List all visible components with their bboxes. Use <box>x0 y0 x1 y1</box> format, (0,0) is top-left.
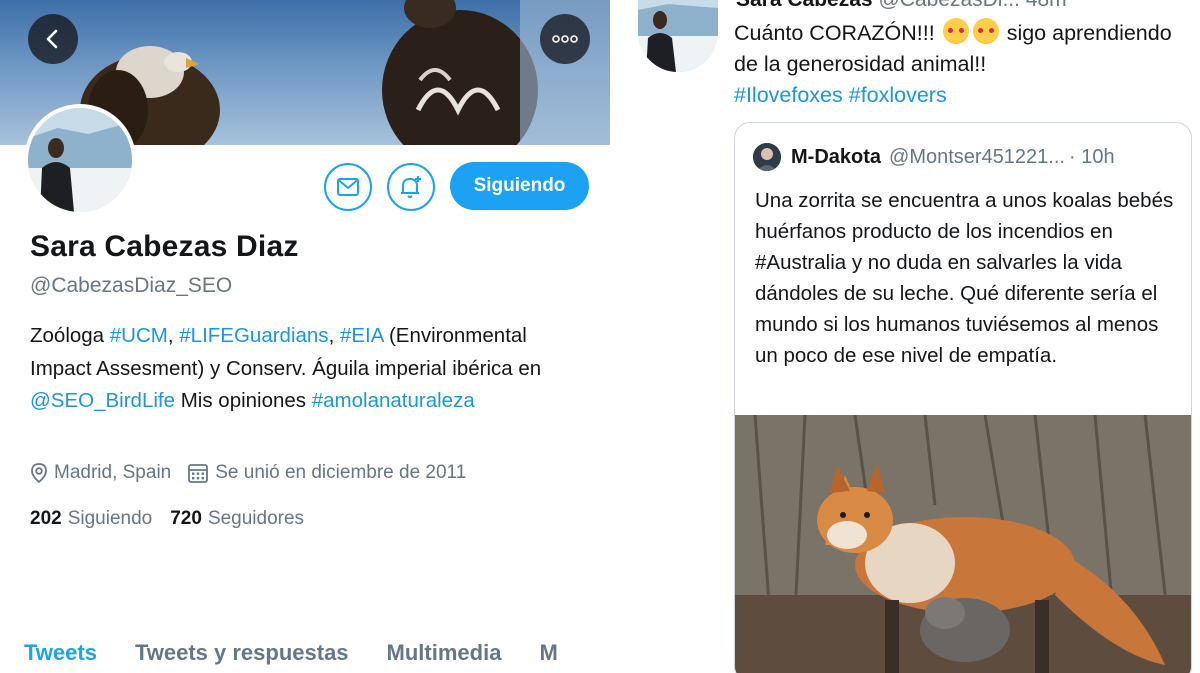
quoted-author-avatar[interactable] <box>753 143 781 171</box>
following-count-link[interactable]: 202 Siguiendo <box>30 508 152 530</box>
profile-meta: Madrid, Spain Se unió en diciembre de 20… <box>30 462 482 484</box>
fox-photo <box>735 415 1191 673</box>
hashtag-link[interactable]: #EIA <box>340 324 383 347</box>
tweet-hashtags[interactable]: #Ilovefoxes #foxlovers <box>734 83 947 107</box>
hashtag-link[interactable]: #LIFEGuardians <box>179 324 328 347</box>
quoted-tweet-header: M-Dakota @Montser451221... · 10h <box>753 143 1115 171</box>
more-options-button[interactable] <box>540 14 590 64</box>
tweet-author-avatar[interactable] <box>638 0 718 72</box>
avatar-photo <box>753 143 781 171</box>
tweet-header: Sara Cabezas @CabezasDi... 48m <box>736 0 1067 12</box>
avatar-photo <box>638 0 718 72</box>
envelope-icon <box>337 178 359 196</box>
more-icon <box>552 35 578 43</box>
bio-text: , <box>328 324 340 347</box>
quoted-tweet-time[interactable]: · 10h <box>1069 146 1115 169</box>
joined-text: Se unió en diciembre de 2011 <box>215 462 467 483</box>
tab-tweets[interactable]: Tweets <box>24 640 97 666</box>
profile-panel: Siguiendo Sara Cabezas Diaz @CabezasDiaz… <box>0 0 610 673</box>
followers-count-link[interactable]: 720 Seguidores <box>170 508 304 530</box>
bio-text: , <box>167 324 180 347</box>
following-count: 202 <box>30 508 62 529</box>
profile-location: Madrid, Spain <box>30 462 171 484</box>
smiling-face-with-hearts-icon <box>942 18 969 44</box>
back-arrow-icon <box>46 29 58 49</box>
hashtag-link[interactable]: #UCM <box>110 324 168 347</box>
profile-bio: Zoóloga #UCM, #LIFEGuardians, #EIA (Envi… <box>30 320 590 418</box>
profile-tabs: Tweets Tweets y respuestas Multimedia M <box>24 640 596 666</box>
profile-display-name: Sara Cabezas Diaz <box>30 230 299 263</box>
mention-link[interactable]: @SEO_BirdLife <box>30 389 175 412</box>
avatar-photo <box>28 108 132 212</box>
profile-joined: Se unió en diciembre de 2011 <box>187 462 466 484</box>
profile-avatar[interactable] <box>24 104 136 216</box>
location-pin-icon <box>31 463 47 484</box>
following-button[interactable]: Siguiendo <box>450 162 589 210</box>
panel-divider <box>610 0 624 673</box>
tweet-author-handle[interactable]: @CabezasDi... <box>878 0 1020 11</box>
back-button[interactable] <box>28 14 78 64</box>
followers-count: 720 <box>170 508 202 529</box>
tab-tweets-replies[interactable]: Tweets y respuestas <box>135 640 349 666</box>
location-text: Madrid, Spain <box>54 462 172 483</box>
quoted-tweet-text: Una zorrita se encuentra a unos koalas b… <box>755 189 1174 367</box>
quoted-author-name[interactable]: M-Dakota <box>791 146 881 169</box>
bell-plus-icon <box>401 176 421 198</box>
tweet-text-part: Cuánto CORAZÓN!!! <box>734 21 935 45</box>
tweet-panel: Sara Cabezas @CabezasDi... 48m Cuánto CO… <box>624 0 1200 673</box>
bio-text: Mis opiniones <box>175 389 312 412</box>
tweet-text: Cuánto CORAZÓN!!! sigo aprendiendo de la… <box>734 18 1189 111</box>
following-label: Siguiendo <box>67 508 153 529</box>
notifications-button[interactable] <box>387 163 435 211</box>
bio-text: Zoóloga <box>30 324 110 347</box>
quoted-tweet[interactable]: M-Dakota @Montser451221... · 10h Una zor… <box>734 122 1192 673</box>
tab-likes[interactable]: M <box>539 640 557 666</box>
quoted-tweet-photo[interactable] <box>735 415 1191 673</box>
message-button[interactable] <box>324 163 372 211</box>
quoted-author-handle[interactable]: @Montser451221... <box>889 146 1065 169</box>
tweet-time[interactable]: 48m <box>1026 0 1067 11</box>
tweet-author-name[interactable]: Sara Cabezas <box>736 0 873 11</box>
hashtag-link[interactable]: #amolanaturaleza <box>312 389 475 412</box>
follow-counts: 202 Siguiendo 720 Seguidores <box>30 508 322 530</box>
calendar-icon <box>188 464 209 483</box>
tab-media[interactable]: Multimedia <box>387 640 502 666</box>
profile-handle: @CabezasDiaz_SEO <box>30 274 233 297</box>
smiling-face-with-hearts-icon <box>972 18 999 44</box>
followers-label: Seguidores <box>207 508 305 529</box>
